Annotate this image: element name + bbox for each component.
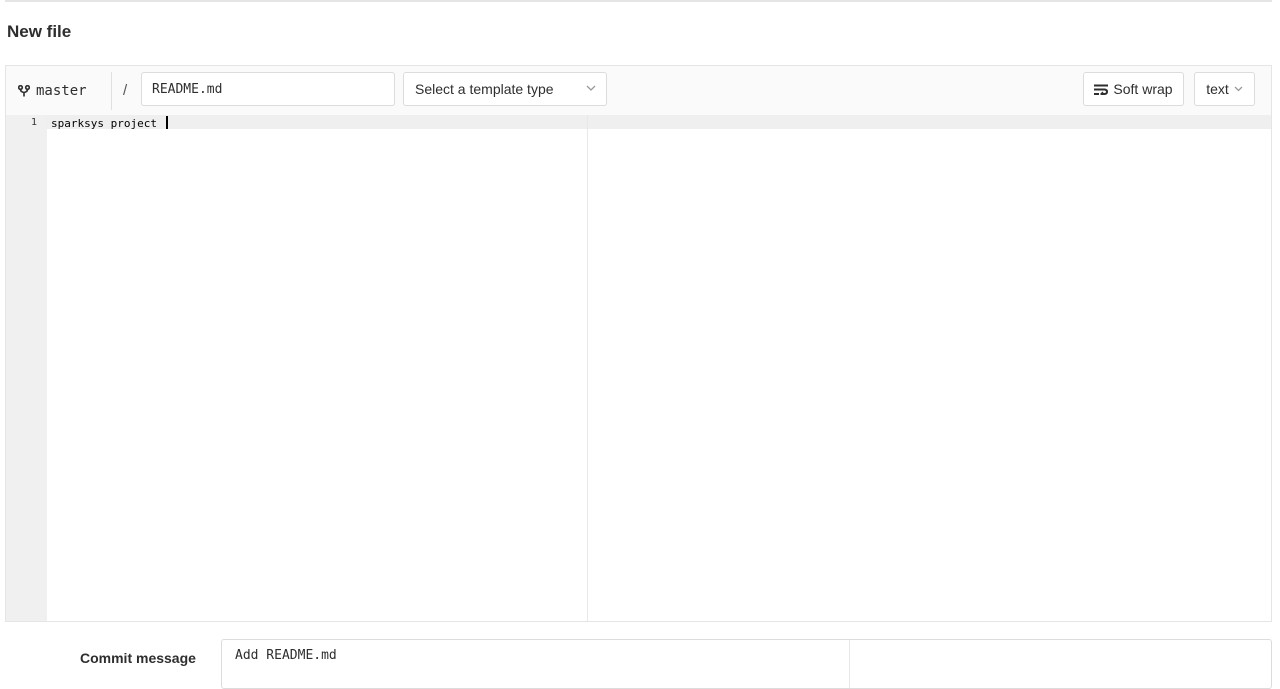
commit-message-input[interactable]: Add README.md <box>221 639 1272 689</box>
print-margin <box>587 115 588 621</box>
template-type-dropdown[interactable]: Select a template type <box>403 72 607 106</box>
editor-mode-dropdown[interactable]: text <box>1194 72 1255 106</box>
git-branch-icon <box>18 85 30 97</box>
template-type-label: Select a template type <box>415 81 554 97</box>
commit-message-text: Add README.md <box>235 648 337 663</box>
soft-wrap-label: Soft wrap <box>1113 81 1173 97</box>
code-editor[interactable]: 1 sparksys project <box>6 115 1271 621</box>
code-line[interactable]: sparksys project <box>51 116 168 130</box>
toolbar-divider <box>111 72 112 110</box>
line-number: 1 <box>30 117 37 128</box>
path-separator: / <box>123 82 128 99</box>
chevron-down-icon <box>586 85 596 91</box>
text-cursor <box>165 116 168 129</box>
branch-name: master <box>36 83 87 99</box>
commit-print-margin <box>849 640 850 688</box>
commit-message-label: Commit message <box>80 650 196 666</box>
chevron-down-icon <box>1234 86 1243 92</box>
page-title: New file <box>7 22 72 41</box>
soft-wrap-icon <box>1094 84 1109 95</box>
code-line-text: sparksys project <box>51 117 164 130</box>
soft-wrap-button[interactable]: Soft wrap <box>1083 72 1184 106</box>
top-divider <box>5 0 1272 2</box>
file-name-input[interactable] <box>141 72 395 106</box>
file-editor: master / Select a template type Soft wra… <box>5 65 1272 622</box>
branch-indicator: master <box>18 76 87 106</box>
line-number-gutter: 1 <box>6 115 47 621</box>
editor-toolbar: master / Select a template type Soft wra… <box>6 66 1271 115</box>
active-line-highlight <box>47 115 1271 129</box>
editor-mode-label: text <box>1206 81 1229 97</box>
